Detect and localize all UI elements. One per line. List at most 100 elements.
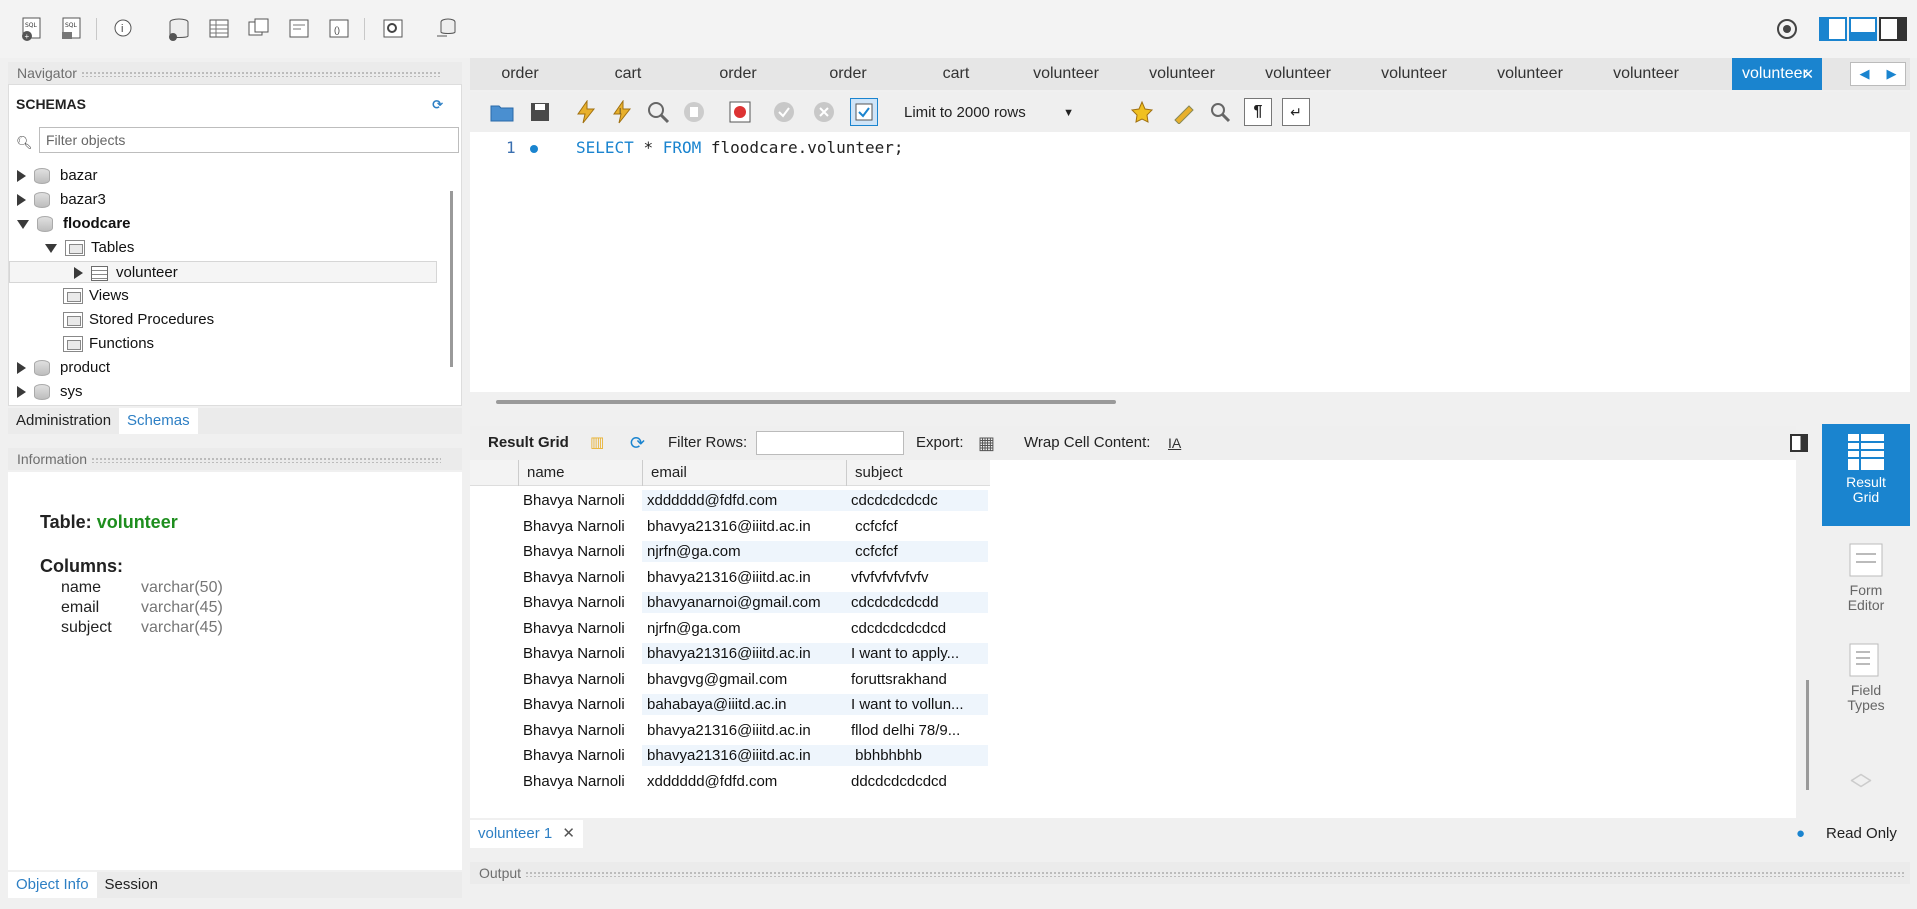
table-cell-name[interactable]: Bhavya Narnoli bbox=[523, 590, 625, 615]
save-icon[interactable] bbox=[526, 98, 554, 126]
table-row[interactable]: Bhavya Narnoli bhavgvg@gmail.com foruttsra… bbox=[470, 667, 990, 692]
settings-gear-icon[interactable] bbox=[1772, 14, 1802, 44]
table-cell-name[interactable]: Bhavya Narnoli bbox=[523, 488, 625, 513]
editor-tab[interactable]: volunteer bbox=[1590, 58, 1702, 90]
table-row[interactable]: Bhavya Narnoli bahabaya@iiitd.ac.in I want… bbox=[470, 692, 990, 717]
rollback-icon[interactable] bbox=[810, 98, 838, 126]
table-cell-subject[interactable]: cdcdcdcdcdc bbox=[851, 488, 938, 513]
find-replace-icon[interactable] bbox=[1206, 98, 1234, 126]
chevron-down-icon[interactable]: ▼ bbox=[1063, 100, 1074, 126]
table-cell-email[interactable]: bahabaya@iiitd.ac.in bbox=[647, 692, 786, 717]
grid-scrollbar[interactable] bbox=[1806, 680, 1809, 790]
create-function-icon[interactable]: () bbox=[324, 14, 354, 44]
editor-tab-active[interactable]: volunteer ✕ bbox=[1732, 58, 1822, 90]
wrap-lines-icon[interactable]: ↵ bbox=[1282, 98, 1310, 126]
table-cell-email[interactable]: bhavya21316@iiitd.ac.in bbox=[647, 743, 811, 768]
new-sql-tab-icon[interactable]: SQL + bbox=[18, 14, 48, 44]
tab-session[interactable]: Session bbox=[97, 872, 166, 898]
table-cell-subject[interactable]: ddcdcdcdcdcd bbox=[851, 769, 947, 794]
table-cell-subject[interactable]: foruttsrakhand bbox=[851, 667, 947, 692]
toggle-sidebar-icon[interactable] bbox=[1818, 14, 1848, 44]
create-view-icon[interactable] bbox=[244, 14, 274, 44]
editor-tab[interactable]: volunteer bbox=[1126, 58, 1238, 90]
filter-rows-input[interactable] bbox=[756, 431, 904, 455]
table-row[interactable]: Bhavya Narnoli xdddddd@fdfd.com ddcdcdcdcd… bbox=[470, 769, 990, 794]
table-row[interactable]: Bhavya Narnoli bhavya21316@iiitd.ac.in bb… bbox=[470, 743, 990, 768]
table-cell-email[interactable]: bhavya21316@iiitd.ac.in bbox=[647, 641, 811, 666]
table-cell-name[interactable]: Bhavya Narnoli bbox=[523, 743, 625, 768]
toggle-error-icon[interactable] bbox=[726, 98, 754, 126]
execute-current-icon[interactable]: I bbox=[608, 98, 636, 126]
schema-bazar3[interactable]: bazar3 bbox=[17, 189, 106, 211]
editor-tab[interactable]: volunteer bbox=[1358, 58, 1470, 90]
table-cell-subject[interactable]: cdcdcdcdcdd bbox=[851, 590, 939, 615]
tree-table-volunteer[interactable]: volunteer bbox=[9, 261, 437, 283]
tab-scroll-right-icon[interactable]: ▶ bbox=[1887, 66, 1897, 82]
column-header-subject[interactable]: subject bbox=[846, 460, 986, 486]
table-row[interactable]: Bhavya Narnoli bhavya21316@iiitd.ac.in cc… bbox=[470, 514, 990, 539]
table-cell-subject[interactable]: cdcdcdcdcdcd bbox=[851, 616, 946, 641]
editor-tab[interactable]: order bbox=[798, 58, 898, 90]
table-cell-name[interactable]: Bhavya Narnoli bbox=[523, 641, 625, 666]
sql-editor[interactable]: 1 SELECT * FROM floodcare.volunteer; bbox=[470, 132, 1910, 404]
table-row[interactable]: Bhavya Narnoli bhavya21316@iiitd.ac.in vfv… bbox=[470, 565, 990, 590]
table-cell-email[interactable]: bhavyanarnoi@gmail.com bbox=[647, 590, 821, 615]
close-result-tab-icon[interactable]: ✕ bbox=[562, 825, 575, 842]
toggle-secondary-sidebar-icon[interactable] bbox=[1878, 14, 1908, 44]
table-cell-email[interactable]: njrfn@ga.com bbox=[647, 539, 741, 564]
open-file-icon[interactable] bbox=[488, 98, 516, 126]
table-row[interactable]: Bhavya Narnoli njrfn@ga.com cdcdcdcdcdcd bbox=[470, 616, 990, 641]
table-row[interactable]: Bhavya Narnoli bhavya21316@iiitd.ac.in I w… bbox=[470, 641, 990, 666]
tab-object-info[interactable]: Object Info bbox=[8, 872, 97, 898]
table-cell-email[interactable]: bhavya21316@iiitd.ac.in bbox=[647, 718, 811, 743]
side-field-types-button[interactable]: Field Types bbox=[1822, 634, 1910, 726]
editor-tab[interactable]: cart bbox=[578, 58, 678, 90]
editor-tab[interactable]: cart bbox=[906, 58, 1006, 90]
tab-scroll-left-icon[interactable]: ◀ bbox=[1860, 66, 1870, 82]
table-cell-name[interactable]: Bhavya Narnoli bbox=[523, 667, 625, 692]
schema-inspector-icon[interactable]: i bbox=[108, 14, 138, 44]
result-grid-label[interactable]: Result Grid bbox=[488, 426, 569, 460]
table-cell-subject[interactable]: ccfcfcf bbox=[851, 539, 898, 564]
tree-stored-procedures[interactable]: Stored Procedures bbox=[63, 309, 214, 331]
execute-icon[interactable] bbox=[572, 98, 600, 126]
column-header-name[interactable]: name bbox=[518, 460, 628, 486]
schema-product[interactable]: product bbox=[17, 357, 110, 379]
horizontal-scrollbar[interactable] bbox=[496, 400, 1116, 404]
column-header-email[interactable]: email bbox=[642, 460, 842, 486]
expand-arrow-icon[interactable] bbox=[74, 267, 83, 280]
expand-arrow-icon[interactable] bbox=[17, 194, 26, 207]
table-row[interactable]: Bhavya Narnoli njrfn@ga.com ccfcfcf bbox=[470, 539, 990, 564]
table-row[interactable]: Bhavya Narnoli bhavyanarnoi@gmail.com cdcd… bbox=[470, 590, 990, 615]
reconnect-icon[interactable] bbox=[432, 14, 462, 44]
scrollbar[interactable] bbox=[450, 191, 453, 367]
table-cell-subject[interactable]: I want to vollun... bbox=[851, 692, 964, 717]
refresh-rows-icon[interactable]: ⟳ bbox=[630, 426, 645, 460]
wrap-toggle-icon[interactable]: IA bbox=[1168, 426, 1181, 460]
schema-bazar[interactable]: bazar bbox=[17, 165, 98, 187]
table-cell-subject[interactable]: bbhbhbhb bbox=[851, 743, 922, 768]
open-sql-script-icon[interactable]: SQL bbox=[58, 14, 88, 44]
create-table-icon[interactable] bbox=[204, 14, 234, 44]
table-cell-subject[interactable]: I want to apply... bbox=[851, 641, 959, 666]
result-tab[interactable]: volunteer 1 ✕ bbox=[470, 820, 583, 848]
table-cell-email[interactable]: xdddddd@fdfd.com bbox=[647, 769, 777, 794]
table-cell-name[interactable]: Bhavya Narnoli bbox=[523, 565, 625, 590]
beautify-icon[interactable] bbox=[1170, 98, 1198, 126]
expand-arrow-icon[interactable] bbox=[17, 362, 26, 375]
create-procedure-icon[interactable] bbox=[284, 14, 314, 44]
table-cell-email[interactable]: bhavya21316@iiitd.ac.in bbox=[647, 565, 811, 590]
side-result-grid-button[interactable]: Result Grid bbox=[1822, 424, 1910, 526]
schema-floodcare[interactable]: floodcare bbox=[17, 213, 131, 235]
autocommit-toggle-icon[interactable] bbox=[850, 98, 878, 126]
table-cell-subject[interactable]: vfvfvfvfvfvfv bbox=[851, 565, 929, 590]
limit-rows-select[interactable]: Limit to 2000 rows ▼ bbox=[900, 100, 1080, 126]
create-schema-icon[interactable] bbox=[164, 14, 194, 44]
bookmark-star-icon[interactable] bbox=[1128, 98, 1156, 126]
table-row[interactable]: Bhavya Narnoli bhavya21316@iiitd.ac.in fll… bbox=[470, 718, 990, 743]
expand-arrow-icon[interactable] bbox=[17, 170, 26, 183]
stop-icon[interactable] bbox=[680, 98, 708, 126]
editor-tab[interactable]: volunteer bbox=[1242, 58, 1354, 90]
tab-scroll-buttons[interactable]: ◀ ▶ bbox=[1850, 62, 1906, 86]
explain-icon[interactable] bbox=[644, 98, 672, 126]
